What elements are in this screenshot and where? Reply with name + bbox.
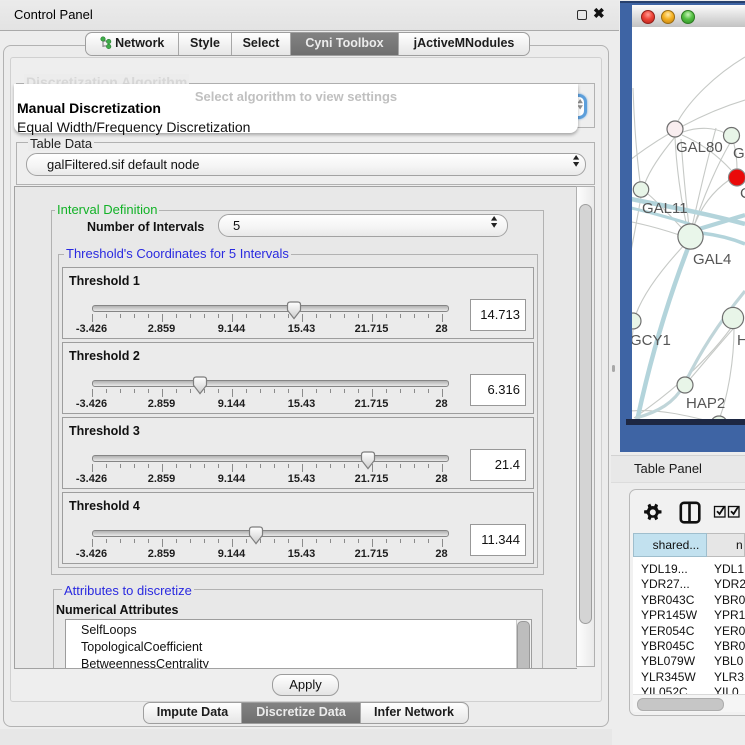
svg-text:HAP2: HAP2: [686, 395, 725, 412]
svg-text:GA: GA: [733, 145, 745, 162]
svg-text:GAL80: GAL80: [676, 139, 723, 156]
svg-text:GAL4: GAL4: [693, 251, 731, 268]
svg-text:GCY1: GCY1: [632, 332, 671, 349]
svg-text:H: H: [737, 332, 745, 349]
svg-text:GAL11: GAL11: [642, 200, 688, 217]
svg-text:C: C: [740, 185, 745, 202]
